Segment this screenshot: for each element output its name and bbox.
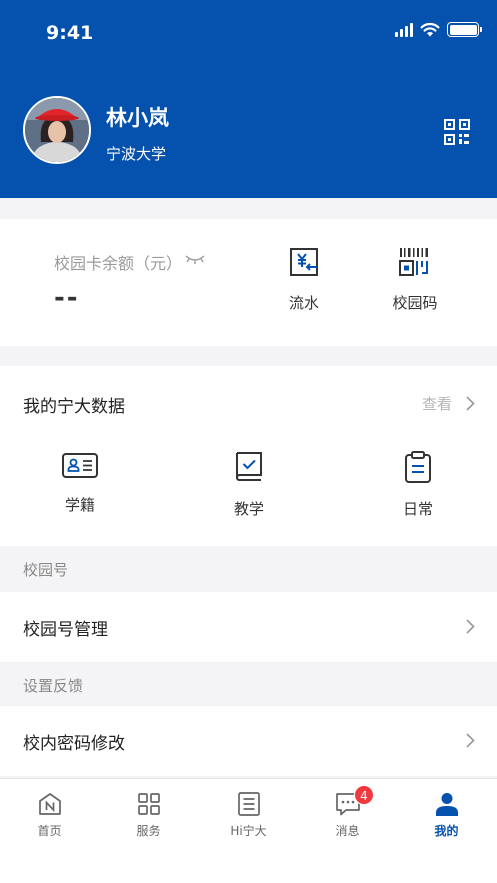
campus-code-button[interactable]: 校园码 [375, 245, 455, 313]
avatar[interactable] [23, 96, 91, 164]
data-section-title: 我的宁大数据 [23, 397, 125, 417]
tab-services[interactable]: 服务 [99, 791, 198, 839]
clipboard-icon [405, 451, 431, 483]
wifi-icon [420, 22, 440, 37]
balance-card: 校园卡余额（元） -- 流水 校园码 [0, 219, 497, 346]
user-school: 宁波大学 [106, 145, 167, 163]
home-n-icon [38, 793, 61, 815]
section-header-label: 校园号 [23, 561, 69, 579]
transactions-button[interactable]: 流水 [264, 245, 344, 313]
tab-hi-nbu[interactable]: Hi宁大 [199, 791, 298, 839]
change-password-row[interactable]: 校内密码修改 [0, 706, 497, 776]
list-doc-icon [237, 792, 260, 816]
yuan-transfer-icon [290, 248, 318, 276]
user-name: 林小岚 [106, 106, 169, 130]
unread-badge: 4 [354, 785, 374, 805]
daily-label: 日常 [402, 500, 433, 518]
grid-icon [137, 793, 160, 815]
tab-label: 我的 [434, 824, 459, 838]
tab-label: 服务 [136, 824, 161, 838]
tab-messages[interactable]: 4 消息 [298, 785, 397, 839]
tab-label: Hi宁大 [230, 824, 267, 838]
signal-icon [395, 22, 413, 37]
daily-button[interactable]: 日常 [368, 450, 468, 519]
view-more-link[interactable]: 查看 [422, 393, 475, 414]
chevron-right-icon [466, 619, 475, 634]
barcode-icon [399, 248, 428, 276]
transactions-label: 流水 [288, 294, 319, 312]
section-header-campus-account: 校园号 [0, 546, 497, 592]
qr-code-icon[interactable] [444, 119, 470, 145]
teaching-button[interactable]: 教学 [199, 450, 299, 519]
tab-label: 消息 [335, 824, 360, 838]
section-header-settings: 设置反馈 [0, 662, 497, 708]
section-header-label: 设置反馈 [23, 677, 84, 695]
row-label: 校内密码修改 [23, 734, 125, 754]
bottom-tab-bar: 首页 服务 Hi宁大 4 消息 我的 [0, 778, 497, 883]
student-status-button[interactable]: 学籍 [30, 450, 130, 515]
row-label: 校园号管理 [23, 620, 108, 640]
status-icons [395, 22, 482, 37]
book-check-icon [235, 452, 262, 481]
balance-label: 校园卡余额（元） [54, 254, 183, 273]
chevron-right-icon [466, 733, 475, 748]
balance-value: -- [54, 283, 80, 313]
tab-label: 首页 [37, 824, 62, 838]
profile-header: 9:41 林小岚 宁波大学 [0, 0, 497, 198]
my-data-card: 我的宁大数据 查看 学籍 教学 日常 [0, 366, 497, 546]
battery-icon [447, 22, 482, 37]
status-bar: 9:41 [0, 0, 497, 62]
eye-closed-icon[interactable] [185, 253, 205, 265]
status-time: 9:41 [46, 22, 94, 44]
campus-account-management-row[interactable]: 校园号管理 [0, 592, 497, 662]
student-status-label: 学籍 [64, 496, 95, 514]
campus-code-label: 校园码 [392, 294, 438, 312]
person-icon [435, 793, 458, 816]
tab-home[interactable]: 首页 [0, 791, 99, 839]
id-card-icon [62, 453, 98, 478]
view-more-label: 查看 [421, 395, 452, 413]
teaching-label: 教学 [233, 500, 264, 518]
chevron-right-icon [466, 396, 475, 411]
tab-me[interactable]: 我的 [397, 791, 496, 839]
